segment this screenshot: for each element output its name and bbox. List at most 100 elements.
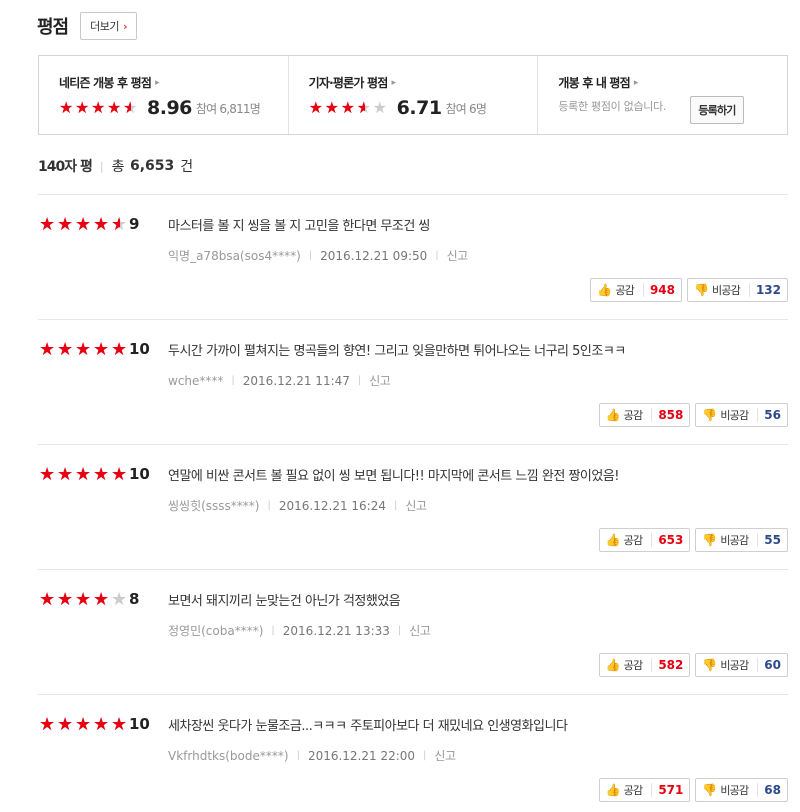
dislike-label: 비공감 [720, 659, 749, 672]
review-item: ★ ★ ★ ★ ★ ★ ★ ★ ★ ★ 10 연말에 비싼 콘서트 볼 필요 없이 씽 보면 됩니… [38, 444, 788, 569]
star-rating: ★★★★★★★★★★ [39, 216, 129, 234]
star-icon: ★★ [107, 98, 122, 117]
like-count: 571 [651, 783, 683, 797]
divider: | [393, 500, 398, 511]
report-link[interactable]: 신고 [447, 247, 469, 264]
thumbs-up-icon: 👍 [605, 658, 621, 672]
thumbs-down-icon: 👎 [702, 658, 718, 672]
star-rating: ★★★★★★★★★★ [59, 100, 139, 116]
dislike-button[interactable]: 👎 비공감 56 [695, 403, 788, 427]
star-icon: ★★ [93, 589, 110, 610]
review-score: 10 [129, 340, 150, 358]
like-button[interactable]: 👍 공감 582 [598, 653, 691, 677]
star-icon: ★★ [75, 589, 92, 610]
thumbs-up-icon: 👍 [605, 783, 621, 797]
star-icon: ★★ [57, 214, 74, 235]
star-icon: ★★ [372, 98, 388, 117]
like-count: 653 [651, 533, 683, 547]
report-link[interactable]: 신고 [405, 497, 427, 514]
star-icon: ★★ [75, 214, 92, 235]
total-unit: 건 [180, 159, 194, 175]
star-icon: ★★ [111, 589, 128, 610]
divider: | [357, 375, 362, 386]
dislike-button[interactable]: 👎 비공감 60 [695, 653, 788, 677]
my-rating-label[interactable]: 개봉 후 내 평점 ▸ [558, 74, 787, 91]
review-author[interactable]: 정영민(coba****) [168, 622, 263, 639]
review-score: 10 [129, 715, 150, 733]
thumbs-up-icon: 👍 [597, 283, 613, 297]
like-label: 공감 [623, 784, 643, 797]
dislike-button[interactable]: 👎 비공감 68 [695, 778, 788, 802]
like-label: 공감 [623, 659, 643, 672]
divider: | [231, 375, 235, 386]
rating-summary: 네티즌 개봉 후 평점 ▸ ★ ★ ★ ★ ★ ★ ★ ★ ★ ★ 8.96 참여 6,811명 기… [38, 55, 788, 135]
dislike-count: 60 [757, 658, 781, 672]
star-icon: ★★ [308, 98, 324, 117]
total-label: 총 [111, 159, 125, 175]
dislike-button[interactable]: 👎 비공감 132 [687, 278, 788, 302]
star-icon: ★★ [75, 464, 92, 485]
review-author[interactable]: Vkfrhdtks(bode****) [168, 749, 289, 763]
netizen-participants: 참여 6,811명 [195, 101, 261, 116]
dislike-count: 132 [748, 283, 781, 297]
divider: | [308, 250, 313, 261]
dislike-count: 56 [757, 408, 781, 422]
report-link[interactable]: 신고 [434, 747, 456, 764]
thumbs-up-icon: 👍 [605, 533, 621, 547]
chevron-right-icon: › [123, 19, 128, 33]
dislike-count: 68 [757, 783, 781, 797]
report-link[interactable]: 신고 [409, 622, 431, 639]
like-button[interactable]: 👍 공감 653 [598, 528, 691, 552]
review-score: 9 [129, 215, 140, 233]
star-icon: ★★ [39, 464, 56, 485]
star-rating: ★★★★★★★★★★ [39, 341, 129, 359]
my-rating-empty-text: 등록한 평점이 없습니다. [558, 100, 667, 113]
star-icon: ★★ [93, 339, 110, 360]
like-button[interactable]: 👍 공감 858 [598, 403, 691, 427]
register-rating-button[interactable]: 등록하기 [690, 96, 744, 124]
review-author[interactable]: 익명_a78bsa(sos4****) [168, 247, 301, 264]
caret-right-icon: ▸ [633, 77, 638, 88]
review-text: 두시간 가까이 펼쳐지는 명곡들의 향연! 그리고 잊을만하면 튀어나오는 너구… [168, 344, 626, 359]
star-rating: ★★★★★★★★★★ [309, 100, 389, 116]
star-icon: ★★ [75, 714, 92, 735]
like-button[interactable]: 👍 공감 571 [598, 778, 691, 802]
thumbs-down-icon: 👎 [702, 408, 718, 422]
star-icon: ★★ [93, 714, 110, 735]
netizen-score: 8.96 [147, 97, 192, 119]
review-text: 세차장씬 웃다가 눈물조금...ㅋㅋㅋ 주토피아보다 더 재밌네요 인생영화입니… [168, 719, 568, 734]
star-icon: ★★ [324, 98, 340, 117]
review-item: ★ ★ ★ ★ ★ ★ ★ ★ ★ ★ 10 세차장씬 웃다가 눈물조금...ㅋㅋㅋ 주토피아보다… [38, 694, 788, 812]
review-list-title: 140자 평 [38, 159, 93, 175]
review-text: 마스터를 볼 지 씽을 볼 지 고민을 한다면 무조건 씽 [168, 219, 430, 234]
section-title: 평점 [37, 17, 69, 38]
review-date: 2016.12.21 13:33 [282, 623, 390, 638]
review-score: 10 [129, 465, 150, 483]
dislike-count: 55 [757, 533, 781, 547]
like-count: 858 [651, 408, 683, 422]
review-author[interactable]: 씽씽힛(ssss****) [168, 497, 260, 514]
star-icon: ★★ [39, 339, 56, 360]
caret-right-icon: ▸ [391, 77, 396, 88]
report-link[interactable]: 신고 [369, 372, 391, 389]
star-icon: ★★ [111, 464, 128, 485]
like-count: 582 [651, 658, 683, 672]
star-icon: ★★ [39, 214, 56, 235]
star-icon: ★★ [356, 98, 372, 117]
like-button[interactable]: 👍 공감 948 [590, 278, 683, 302]
star-icon: ★★ [340, 98, 356, 117]
netizen-rating-label[interactable]: 네티즌 개봉 후 평점 ▸ [59, 74, 288, 91]
star-icon: ★★ [111, 714, 128, 735]
total-count: 6,653 [129, 158, 175, 174]
star-icon: ★★ [39, 589, 56, 610]
dislike-button[interactable]: 👎 비공감 55 [695, 528, 788, 552]
review-author[interactable]: wche**** [168, 374, 223, 388]
star-icon: ★★ [111, 214, 128, 235]
review-text: 보면서 돼지끼리 눈맞는건 아닌가 걱정했었음 [168, 594, 401, 609]
divider: | [267, 500, 271, 511]
more-button[interactable]: 더보기 › [80, 12, 138, 40]
critic-score: 6.71 [396, 97, 442, 119]
divider: | [397, 625, 402, 636]
critic-rating-label[interactable]: 기자·평론가 평점 ▸ [309, 74, 538, 91]
review-score: 8 [129, 590, 140, 608]
